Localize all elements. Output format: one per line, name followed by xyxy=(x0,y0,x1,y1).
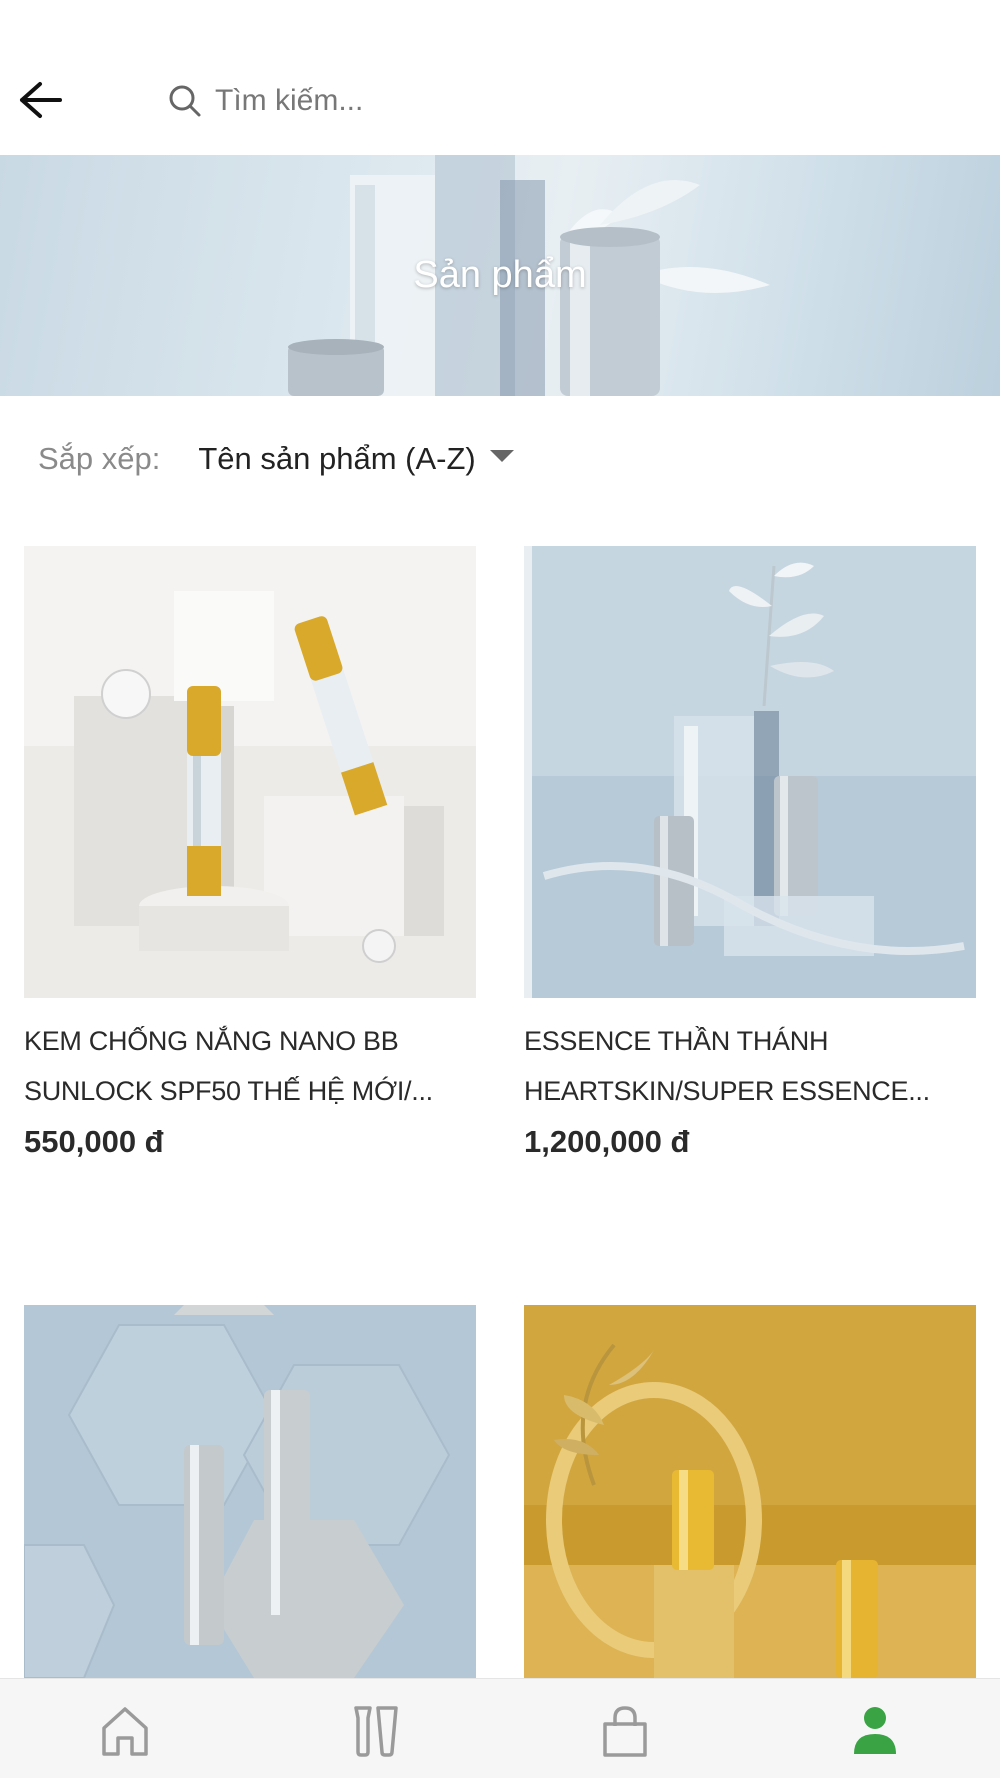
nav-products[interactable] xyxy=(340,1699,410,1763)
nav-account[interactable] xyxy=(840,1699,910,1763)
product-card[interactable]: ESSENCE THẦN THÁNH HEARTSKIN/SUPER ESSEN… xyxy=(524,546,976,1160)
sort-bar: Sắp xếp: Tên sản phẩm (A-Z) xyxy=(0,396,1000,521)
nav-cart[interactable] xyxy=(590,1699,660,1763)
search-input[interactable] xyxy=(215,84,915,118)
product-name[interactable]: KEM CHỐNG NẮNG NANO BB SUNLOCK SPF50 THẾ… xyxy=(24,1016,476,1116)
back-button[interactable] xyxy=(14,76,66,124)
products-icon xyxy=(354,1706,398,1757)
top-bar xyxy=(0,0,1000,155)
product-card[interactable] xyxy=(24,1305,476,1678)
sort-dropdown[interactable]: Tên sản phẩm (A-Z) xyxy=(198,440,514,477)
search-bar[interactable] xyxy=(165,76,965,126)
product-image[interactable] xyxy=(24,546,476,998)
home-icon xyxy=(102,1707,148,1756)
nav-home[interactable] xyxy=(90,1699,160,1763)
product-card[interactable]: KEM CHỐNG NẮNG NANO BB SUNLOCK SPF50 THẾ… xyxy=(24,546,476,1160)
product-image[interactable] xyxy=(524,546,976,998)
product-name[interactable]: ESSENCE THẦN THÁNH HEARTSKIN/SUPER ESSEN… xyxy=(524,1016,976,1116)
arrow-left-icon xyxy=(20,82,62,118)
search-icon xyxy=(165,81,205,121)
sort-label: Sắp xếp: xyxy=(38,440,161,476)
product-image[interactable] xyxy=(524,1305,976,1678)
category-banner: Sản phẩm xyxy=(0,155,1000,396)
user-icon xyxy=(854,1707,896,1754)
product-price: 550,000 đ xyxy=(24,1124,164,1159)
banner-title: Sản phẩm xyxy=(413,254,587,296)
bottom-navigation xyxy=(0,1678,1000,1778)
sort-selected-value: Tên sản phẩm (A-Z) xyxy=(198,440,476,476)
caret-down-icon xyxy=(489,449,514,462)
product-image[interactable] xyxy=(24,1305,476,1678)
bag-icon xyxy=(603,1706,647,1757)
product-card[interactable] xyxy=(524,1305,976,1678)
product-price: 1,200,000 đ xyxy=(524,1124,690,1159)
